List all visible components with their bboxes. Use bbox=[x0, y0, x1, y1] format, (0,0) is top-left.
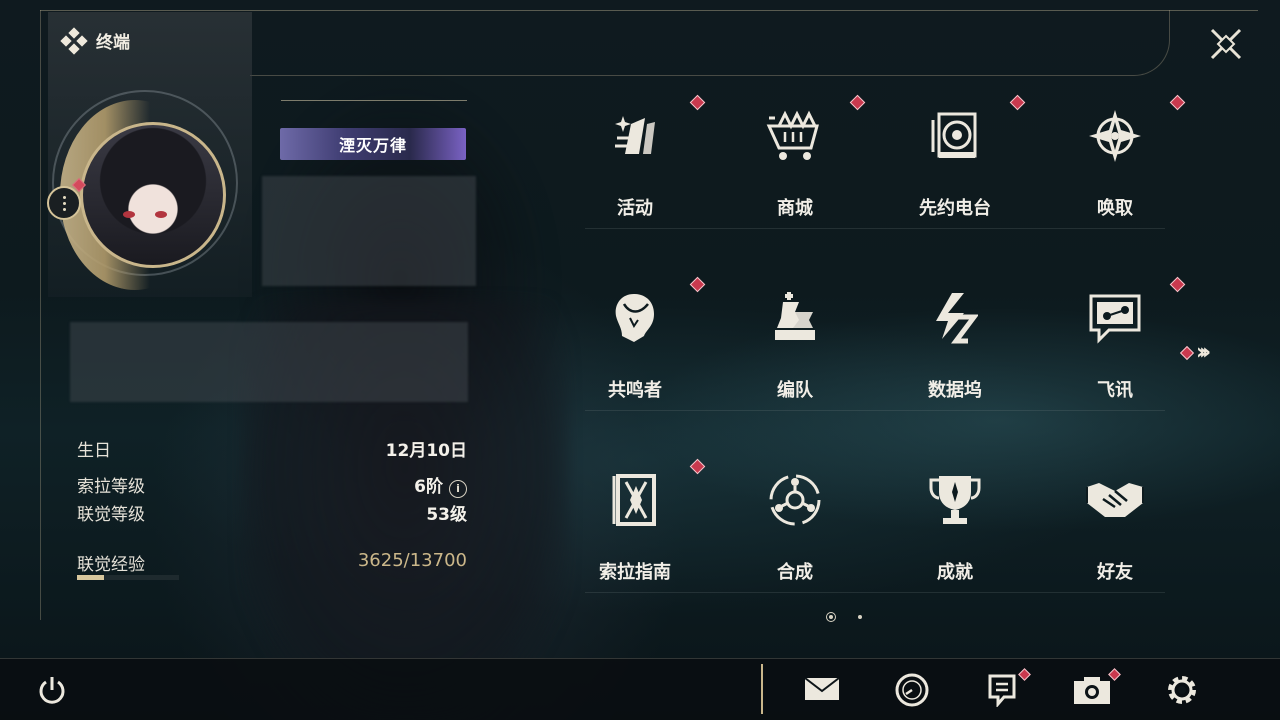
menu-tile-9[interactable]: 索拉指南 bbox=[555, 454, 715, 609]
terminal-header: 终端 bbox=[60, 26, 130, 55]
menu-tile-label: 索拉指南 bbox=[599, 562, 671, 583]
sola-level-value: 6阶 bbox=[414, 477, 443, 497]
birthday-value: 12月10日 bbox=[385, 441, 467, 461]
profile-more-button[interactable] bbox=[47, 186, 81, 220]
grid-divider bbox=[585, 410, 1165, 411]
notice-button[interactable] bbox=[982, 670, 1022, 710]
title-badge-label: 湮灭万律 bbox=[338, 136, 407, 155]
menu-tile-5[interactable]: 共鸣者 bbox=[555, 272, 715, 427]
sola-level-label: 索拉等级 bbox=[77, 477, 145, 497]
menu-tile-label: 合成 bbox=[777, 562, 813, 583]
camera-button[interactable] bbox=[1072, 670, 1112, 710]
frame-left-line bbox=[40, 10, 41, 620]
guide-book-icon bbox=[605, 470, 665, 530]
notification-badge bbox=[849, 94, 866, 111]
exp-label: 联觉经验 bbox=[77, 555, 145, 575]
exp-progress-fill bbox=[77, 575, 104, 580]
menu-tile-label: 数据坞 bbox=[928, 380, 982, 401]
next-page-dot bbox=[1179, 345, 1195, 360]
data-bank-icon bbox=[925, 288, 985, 348]
menu-tile-10[interactable]: 合成 bbox=[715, 454, 875, 609]
union-level-label: 联觉等级 bbox=[77, 505, 145, 525]
union-level-value: 53级 bbox=[426, 505, 467, 525]
menu-tile-label: 编队 bbox=[777, 380, 813, 401]
menu-tile-label: 唤取 bbox=[1097, 198, 1133, 219]
page-dot[interactable] bbox=[858, 615, 862, 619]
menu-tile-4[interactable]: 唤取 bbox=[1035, 90, 1195, 245]
blurred-signature-area[interactable] bbox=[70, 322, 468, 402]
grid-divider bbox=[585, 592, 1165, 593]
avatar[interactable] bbox=[80, 122, 226, 268]
menu-tile-7[interactable]: 数据坞 bbox=[875, 272, 1035, 427]
menu-tile-label: 先约电台 bbox=[919, 198, 991, 219]
chess-team-icon bbox=[765, 288, 825, 348]
menu-tile-label: 活动 bbox=[617, 198, 653, 219]
notification-badge bbox=[689, 276, 706, 293]
page-title: 终端 bbox=[96, 33, 130, 53]
camera-icon bbox=[1074, 677, 1110, 704]
message-chat-icon bbox=[1085, 288, 1145, 348]
menu-tile-6[interactable]: 编队 bbox=[715, 272, 875, 427]
birthday-row: 生日 12月10日 bbox=[77, 436, 467, 466]
summon-compass-icon bbox=[1085, 106, 1145, 166]
menu-tile-8[interactable]: 飞讯 bbox=[1035, 272, 1195, 427]
activity-icon bbox=[605, 106, 665, 166]
title-divider bbox=[281, 100, 467, 101]
info-icon[interactable]: i bbox=[449, 480, 467, 498]
page-dot-active[interactable] bbox=[826, 612, 836, 622]
exp-value: 3625/13700 bbox=[357, 550, 467, 571]
union-level-row: 联觉等级 53级 bbox=[77, 500, 467, 530]
close-icon bbox=[1210, 28, 1242, 60]
menu-tile-label: 商城 bbox=[777, 198, 813, 219]
mail-icon bbox=[804, 677, 840, 700]
frame-curve-line bbox=[250, 10, 1170, 76]
power-button[interactable] bbox=[32, 670, 72, 710]
birthday-label: 生日 bbox=[77, 441, 111, 461]
close-button[interactable] bbox=[1206, 24, 1246, 64]
double-chevron-right-icon: ››› bbox=[1196, 340, 1211, 365]
menu-tile-12[interactable]: 好友 bbox=[1035, 454, 1195, 609]
radio-icon bbox=[925, 106, 985, 166]
notification-badge bbox=[689, 94, 706, 111]
clock-icon bbox=[895, 673, 929, 707]
page-indicator bbox=[826, 612, 862, 622]
notification-badge bbox=[689, 458, 706, 475]
menu-tile-3[interactable]: 先约电台 bbox=[875, 90, 1035, 245]
power-icon bbox=[39, 677, 65, 704]
menu-grid: 活动 商城 先约电台 唤取共鸣者 编队 数据坞 飞讯索拉指南 合成 成就 好友 bbox=[555, 90, 1195, 600]
terminal-logo-icon bbox=[60, 26, 88, 55]
exp-row: 联觉经验 3625/13700 bbox=[77, 550, 467, 582]
next-page-button[interactable]: ››› bbox=[1179, 340, 1211, 365]
bottom-bar-divider bbox=[761, 664, 763, 714]
notification-badge bbox=[1169, 276, 1186, 293]
profile-stats: 生日 12月10日 索拉等级 6阶 i 联觉等级 53级 bbox=[77, 436, 467, 530]
menu-tile-label: 共鸣者 bbox=[608, 380, 662, 401]
exp-progress-bar bbox=[77, 575, 179, 580]
clock-button[interactable] bbox=[892, 670, 932, 710]
grid-divider bbox=[585, 228, 1165, 229]
sola-level-row: 索拉等级 6阶 i bbox=[77, 472, 467, 502]
mail-button[interactable] bbox=[802, 670, 842, 710]
menu-tile-11[interactable]: 成就 bbox=[875, 454, 1035, 609]
settings-gear-icon bbox=[1168, 676, 1196, 704]
synthesis-icon bbox=[765, 470, 825, 530]
trophy-icon bbox=[925, 470, 985, 530]
title-badge[interactable]: 湮灭万律 bbox=[280, 128, 466, 160]
blurred-name-area bbox=[262, 176, 476, 286]
shop-cart-icon bbox=[765, 106, 825, 166]
notice-icon bbox=[988, 674, 1016, 707]
notification-badge bbox=[1169, 94, 1186, 111]
resonator-head-icon bbox=[605, 288, 665, 348]
settings-button[interactable] bbox=[1162, 670, 1202, 710]
menu-tile-label: 好友 bbox=[1097, 562, 1133, 583]
menu-tile-label: 飞讯 bbox=[1097, 380, 1133, 401]
handshake-icon bbox=[1085, 470, 1145, 530]
menu-tile-2[interactable]: 商城 bbox=[715, 90, 875, 245]
menu-tile-label: 成就 bbox=[937, 562, 973, 583]
menu-tile-1[interactable]: 活动 bbox=[555, 90, 715, 245]
notification-badge bbox=[1009, 94, 1026, 111]
